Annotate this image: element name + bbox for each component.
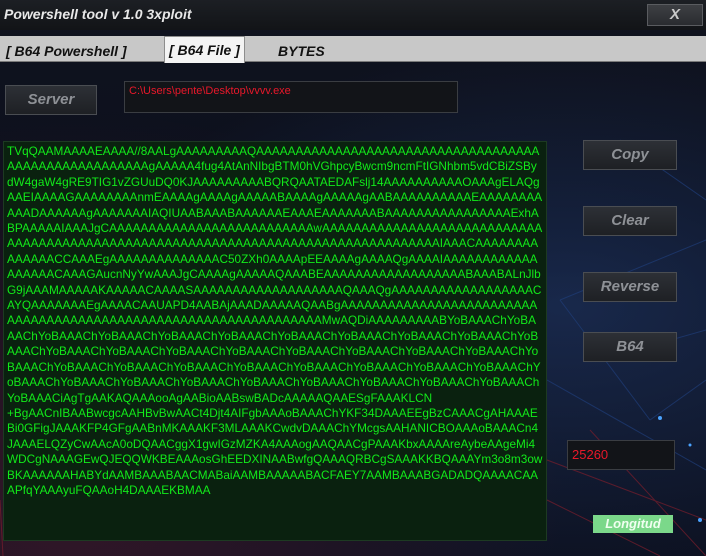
reverse-button[interactable]: Reverse — [583, 272, 677, 302]
base64-output-textarea[interactable]: TVqQAAMAAAAEAAAA//8AALgAAAAAAAAAQAAAAAAA… — [3, 141, 547, 541]
clear-button[interactable]: Clear — [583, 206, 677, 236]
length-field[interactable]: 25260 — [567, 440, 675, 470]
title-bar: Powershell tool v 1.0 3xploit X — [0, 0, 706, 30]
tab-bytes[interactable]: BYTES — [274, 40, 329, 62]
server-button[interactable]: Server — [5, 85, 97, 115]
window-title: Powershell tool v 1.0 3xploit — [4, 6, 192, 22]
tab-b64-powershell[interactable]: [ B64 Powershell ] — [2, 40, 131, 62]
close-button[interactable]: X — [647, 4, 703, 26]
length-label: Longitud — [593, 515, 673, 533]
copy-button[interactable]: Copy — [583, 140, 677, 170]
tab-b64-file[interactable]: [ B64 File ] — [164, 36, 245, 63]
b64-button[interactable]: B64 — [583, 332, 677, 362]
file-path-field[interactable]: C:\Users\pente\Desktop\vvvv.exe — [124, 81, 458, 113]
